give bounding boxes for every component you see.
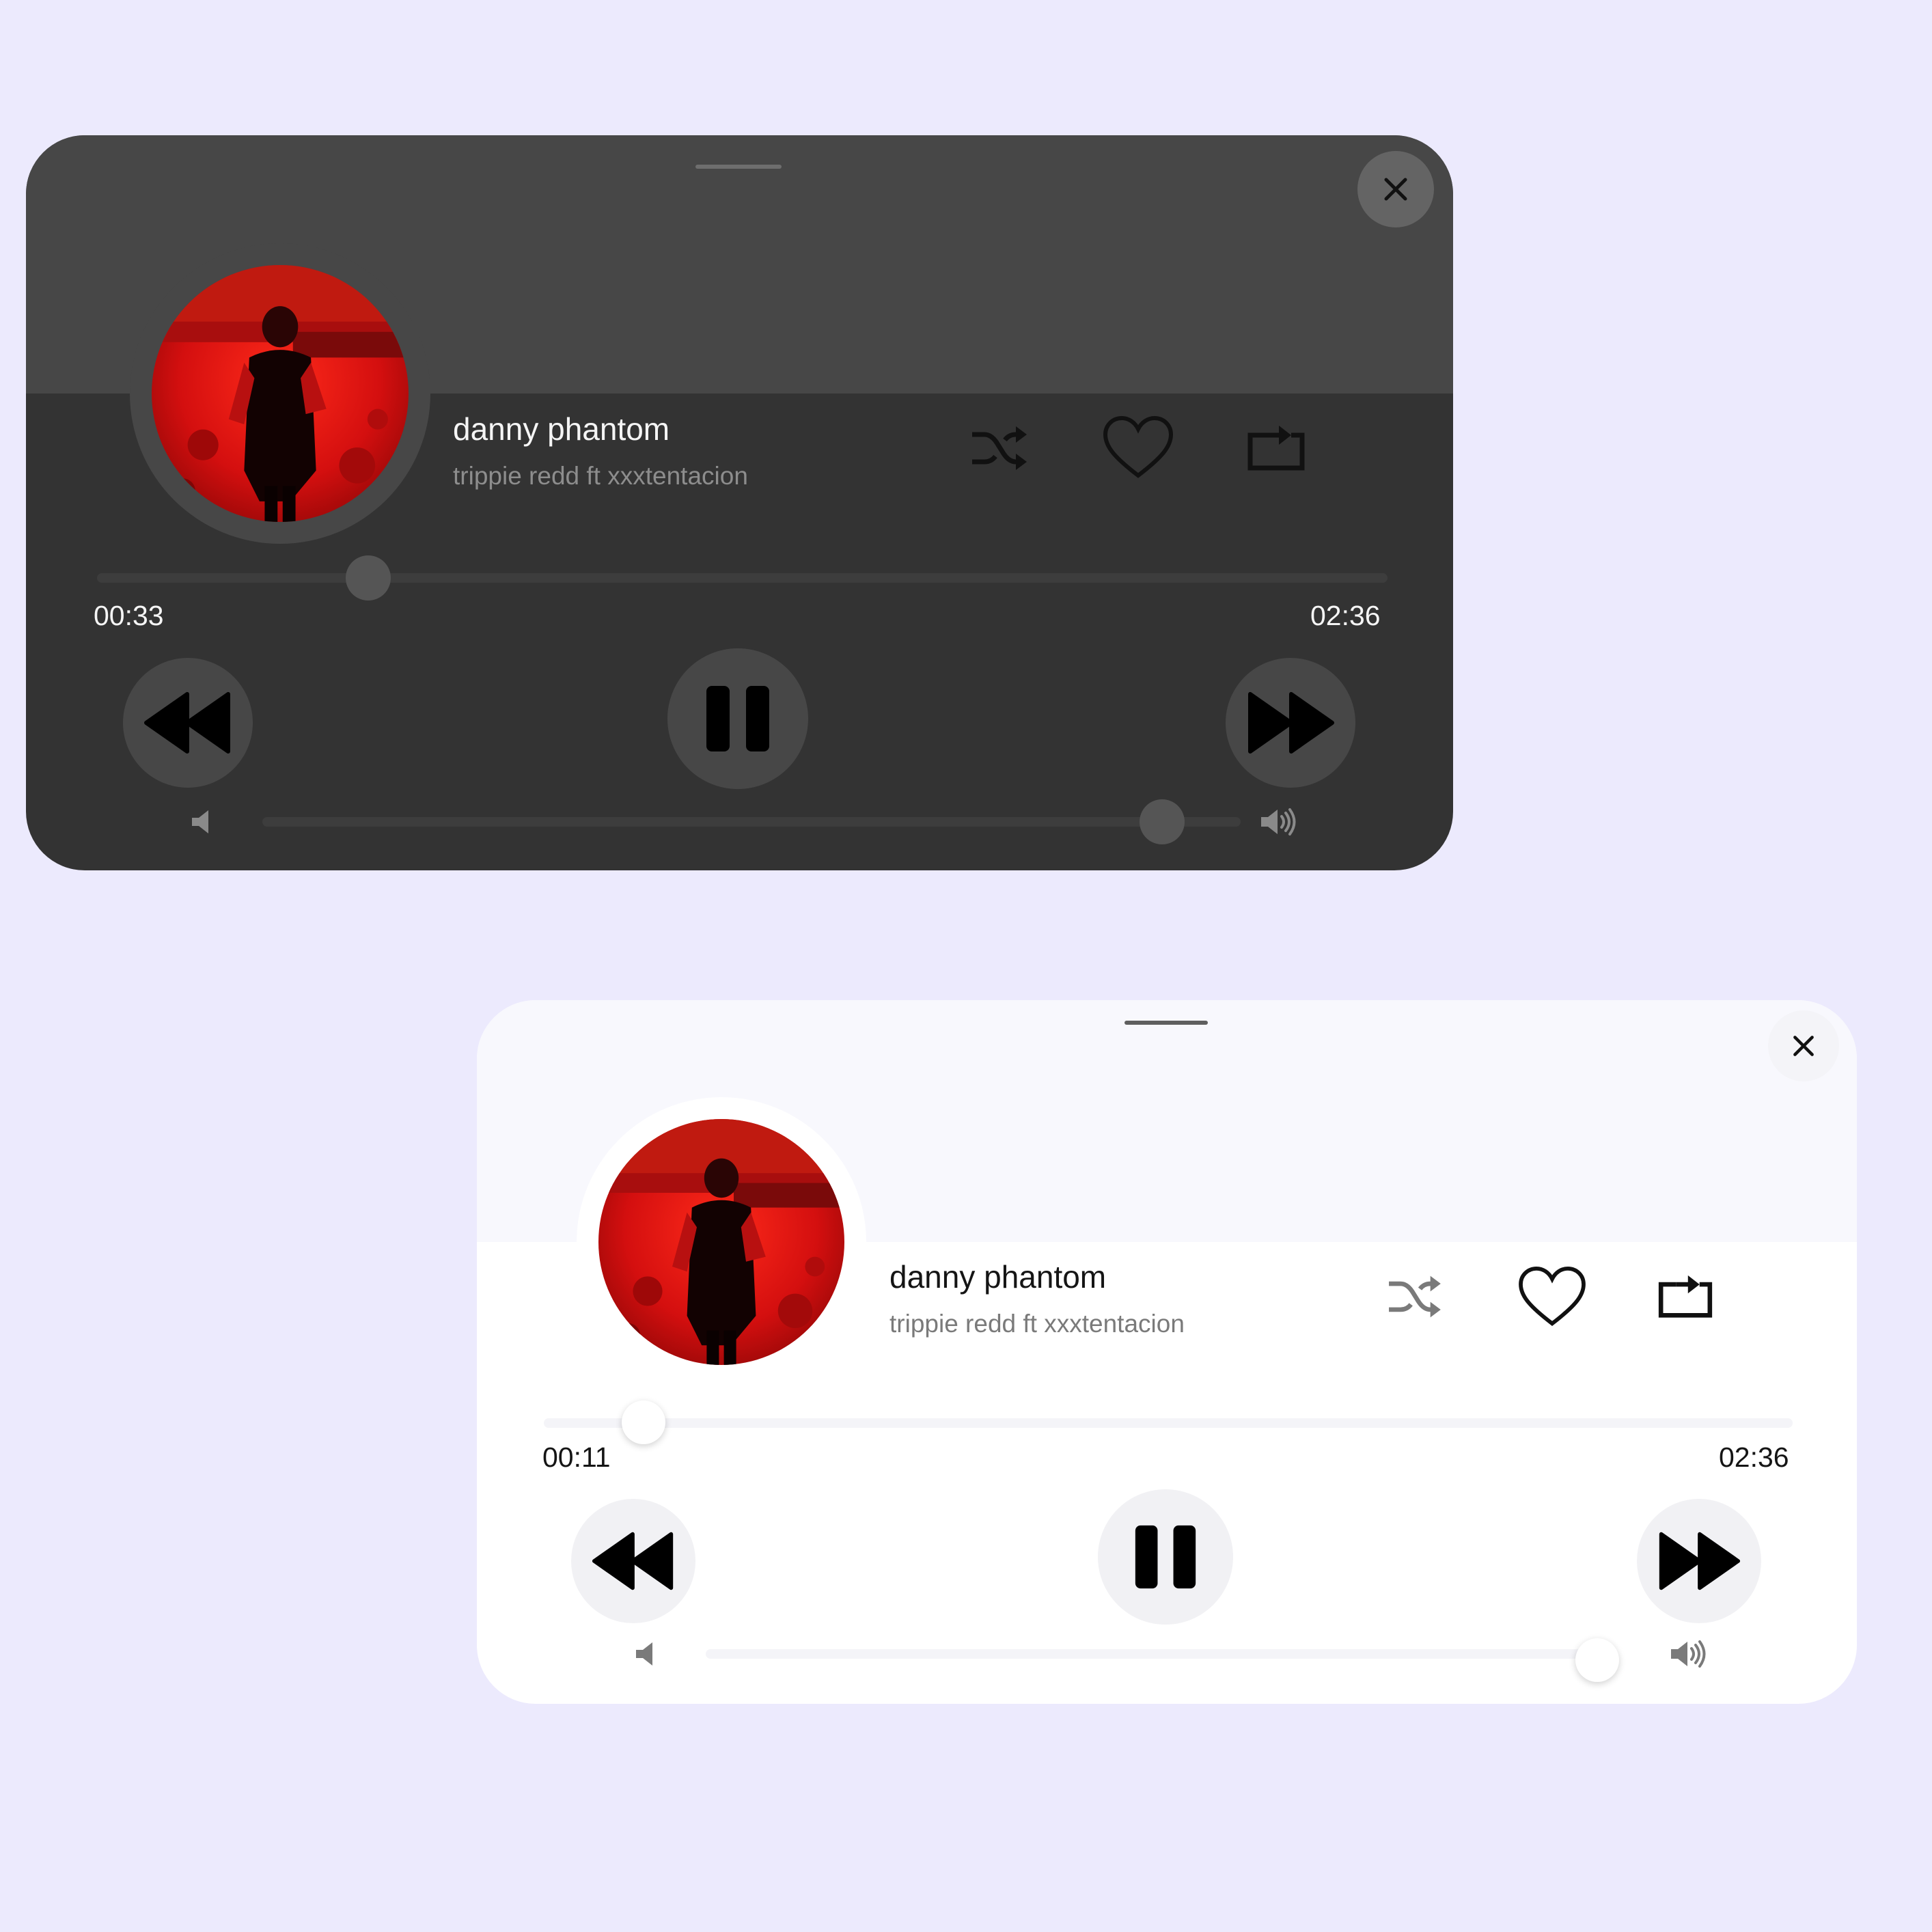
fast-forward-icon xyxy=(1659,1532,1741,1590)
volume-low-icon xyxy=(636,1642,652,1666)
song-title: danny phantom xyxy=(453,411,670,447)
rewind-icon xyxy=(592,1532,674,1590)
volume-slider[interactable] xyxy=(706,1649,1606,1659)
close-icon xyxy=(1793,1036,1814,1056)
favorite-button[interactable] xyxy=(1510,1261,1595,1334)
volume-slider[interactable] xyxy=(262,817,1241,827)
favorite-button[interactable] xyxy=(1096,412,1181,484)
total-duration: 02:36 xyxy=(1310,600,1381,631)
heart-icon xyxy=(1103,415,1174,478)
album-art xyxy=(598,1119,844,1365)
volume-thumb[interactable] xyxy=(1140,799,1185,844)
volume-low-icon xyxy=(192,810,208,833)
music-player-light: danny phantom trippie redd ft xxxtentaci… xyxy=(477,1000,1857,1704)
artist-name: trippie redd ft xxxtentacion xyxy=(453,462,748,490)
elapsed-time: 00:33 xyxy=(94,600,164,631)
drag-handle[interactable] xyxy=(1124,1021,1208,1025)
next-button[interactable] xyxy=(1637,1499,1761,1623)
total-duration: 02:36 xyxy=(1719,1441,1789,1473)
fast-forward-icon xyxy=(1248,692,1334,754)
previous-button[interactable] xyxy=(123,658,253,788)
repeat-button[interactable] xyxy=(1651,1264,1720,1329)
rewind-icon xyxy=(144,692,230,754)
mute-button[interactable] xyxy=(626,1637,664,1671)
shuffle-button[interactable] xyxy=(958,414,1040,482)
album-art xyxy=(152,265,409,522)
volume-high-icon xyxy=(1261,808,1296,836)
seek-thumb[interactable] xyxy=(622,1400,666,1444)
pause-icon xyxy=(1135,1525,1196,1589)
mute-button[interactable] xyxy=(182,805,220,839)
shuffle-icon xyxy=(1389,1275,1441,1318)
volume-max-button[interactable] xyxy=(1257,803,1301,840)
song-title: danny phantom xyxy=(889,1259,1107,1295)
repeat-icon xyxy=(1658,1275,1713,1318)
repeat-icon xyxy=(1247,426,1305,471)
shuffle-icon xyxy=(972,426,1027,470)
volume-high-icon xyxy=(1671,1640,1706,1668)
close-button[interactable] xyxy=(1768,1010,1839,1081)
seek-bar[interactable] xyxy=(97,573,1388,583)
pause-button[interactable] xyxy=(667,648,808,789)
next-button[interactable] xyxy=(1226,658,1355,788)
seek-thumb[interactable] xyxy=(345,555,391,601)
elapsed-time: 00:11 xyxy=(542,1441,611,1473)
close-button[interactable] xyxy=(1357,151,1434,227)
volume-max-button[interactable] xyxy=(1667,1636,1711,1672)
pause-button[interactable] xyxy=(1098,1489,1233,1625)
volume-thumb[interactable] xyxy=(1575,1638,1619,1682)
artist-name: trippie redd ft xxxtentacion xyxy=(889,1310,1185,1338)
previous-button[interactable] xyxy=(571,1499,695,1623)
repeat-button[interactable] xyxy=(1242,415,1310,481)
pause-icon xyxy=(706,686,769,751)
heart-icon xyxy=(1519,1266,1586,1326)
shuffle-button[interactable] xyxy=(1373,1262,1455,1331)
close-icon xyxy=(1384,178,1407,201)
drag-handle[interactable] xyxy=(695,165,782,169)
music-player-dark: danny phantom trippie redd ft xxxtentaci… xyxy=(26,135,1453,870)
seek-bar[interactable] xyxy=(544,1418,1793,1428)
